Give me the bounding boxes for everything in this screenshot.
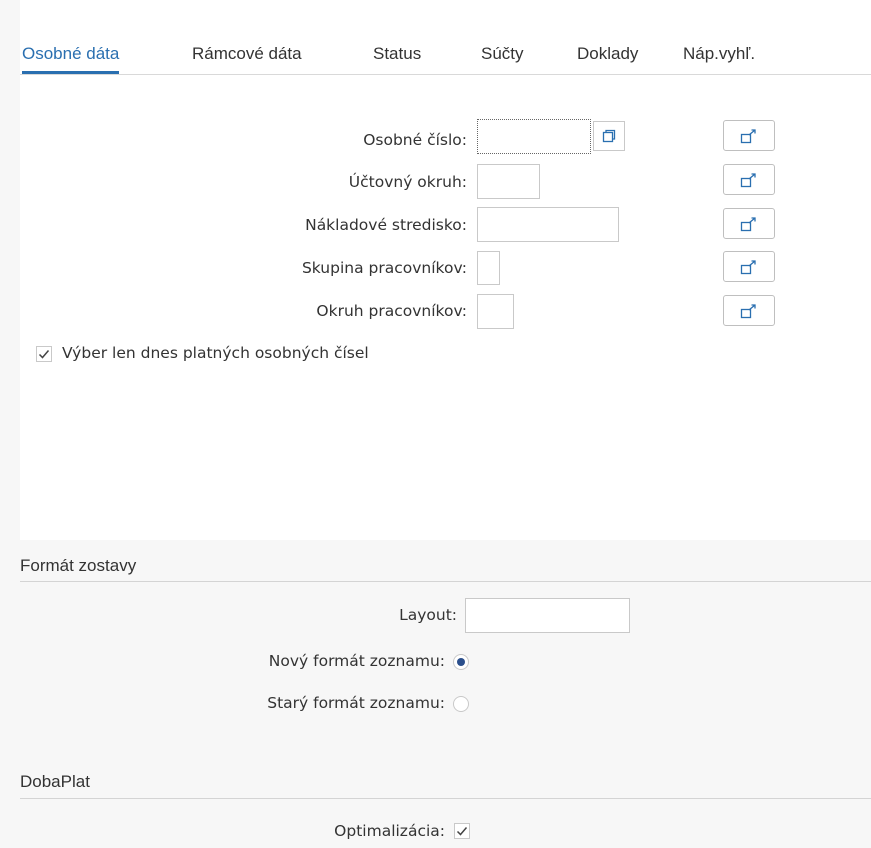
tab-ramcove-data[interactable]: Rámcové dáta (192, 44, 302, 64)
multiple-selection-icon (740, 259, 756, 274)
report-format-title: Formát zostavy (20, 556, 137, 575)
layout-input[interactable] (465, 598, 630, 633)
new-format-radio[interactable] (453, 654, 469, 670)
multiple-selection-button-skupina-pracovnikov[interactable] (723, 251, 775, 282)
uctovny-okruh-label: Účtovný okruh: (348, 173, 467, 191)
multiple-selection-button-osobne-cislo[interactable] (723, 120, 775, 151)
tab-sucty[interactable]: Súčty (481, 44, 524, 64)
nakladove-stredisko-label: Nákladové stredisko: (305, 216, 467, 234)
uctovny-okruh-input[interactable] (477, 164, 540, 199)
new-format-label: Nový formát zoznamu: (268, 652, 445, 670)
valid-today-checkbox[interactable] (36, 346, 52, 362)
okruh-pracovnikov-input[interactable] (477, 294, 514, 329)
doba-plat-title: DobaPlat (20, 772, 90, 791)
value-help-icon[interactable] (593, 121, 625, 151)
old-format-radio[interactable] (453, 696, 469, 712)
optimization-checkbox[interactable] (454, 823, 470, 839)
old-format-label: Starý formát zoznamu: (267, 694, 445, 712)
skupina-pracovnikov-input[interactable] (477, 251, 500, 285)
multiple-selection-icon (740, 128, 756, 143)
multiple-selection-icon (740, 216, 756, 231)
multiple-selection-button-uctovny-okruh[interactable] (723, 164, 775, 195)
osobne-cislo-input[interactable] (477, 119, 591, 154)
multiple-selection-button-nakladove-stredisko[interactable] (723, 208, 775, 239)
doba-plat-divider (20, 798, 871, 799)
skupina-pracovnikov-label: Skupina pracovníkov: (301, 259, 467, 277)
checkmark-icon (456, 826, 468, 836)
tab-status[interactable]: Status (373, 44, 421, 64)
tab-osobne-data[interactable]: Osobné dáta (22, 44, 120, 74)
osobne-cislo-label: Osobné číslo: (363, 131, 467, 149)
multiple-selection-icon (740, 172, 756, 187)
tab-nap-vyhl[interactable]: Náp.vyhľ. (683, 44, 755, 64)
okruh-pracovnikov-label: Okruh pracovníkov: (316, 302, 467, 320)
optimization-label: Optimalizácia: (334, 822, 445, 840)
valid-today-label: Výber len dnes platných osobných čísel (62, 344, 369, 362)
layout-label: Layout: (399, 606, 457, 624)
multiple-selection-icon (740, 303, 756, 318)
checkmark-icon (38, 349, 50, 359)
tab-doklady[interactable]: Doklady (577, 44, 638, 64)
tab-strip: Osobné dáta Rámcové dáta Status Súčty Do… (20, 36, 871, 75)
multiple-selection-button-okruh-pracovnikov[interactable] (723, 295, 775, 326)
report-format-divider (20, 581, 871, 582)
nakladove-stredisko-input[interactable] (477, 207, 619, 242)
